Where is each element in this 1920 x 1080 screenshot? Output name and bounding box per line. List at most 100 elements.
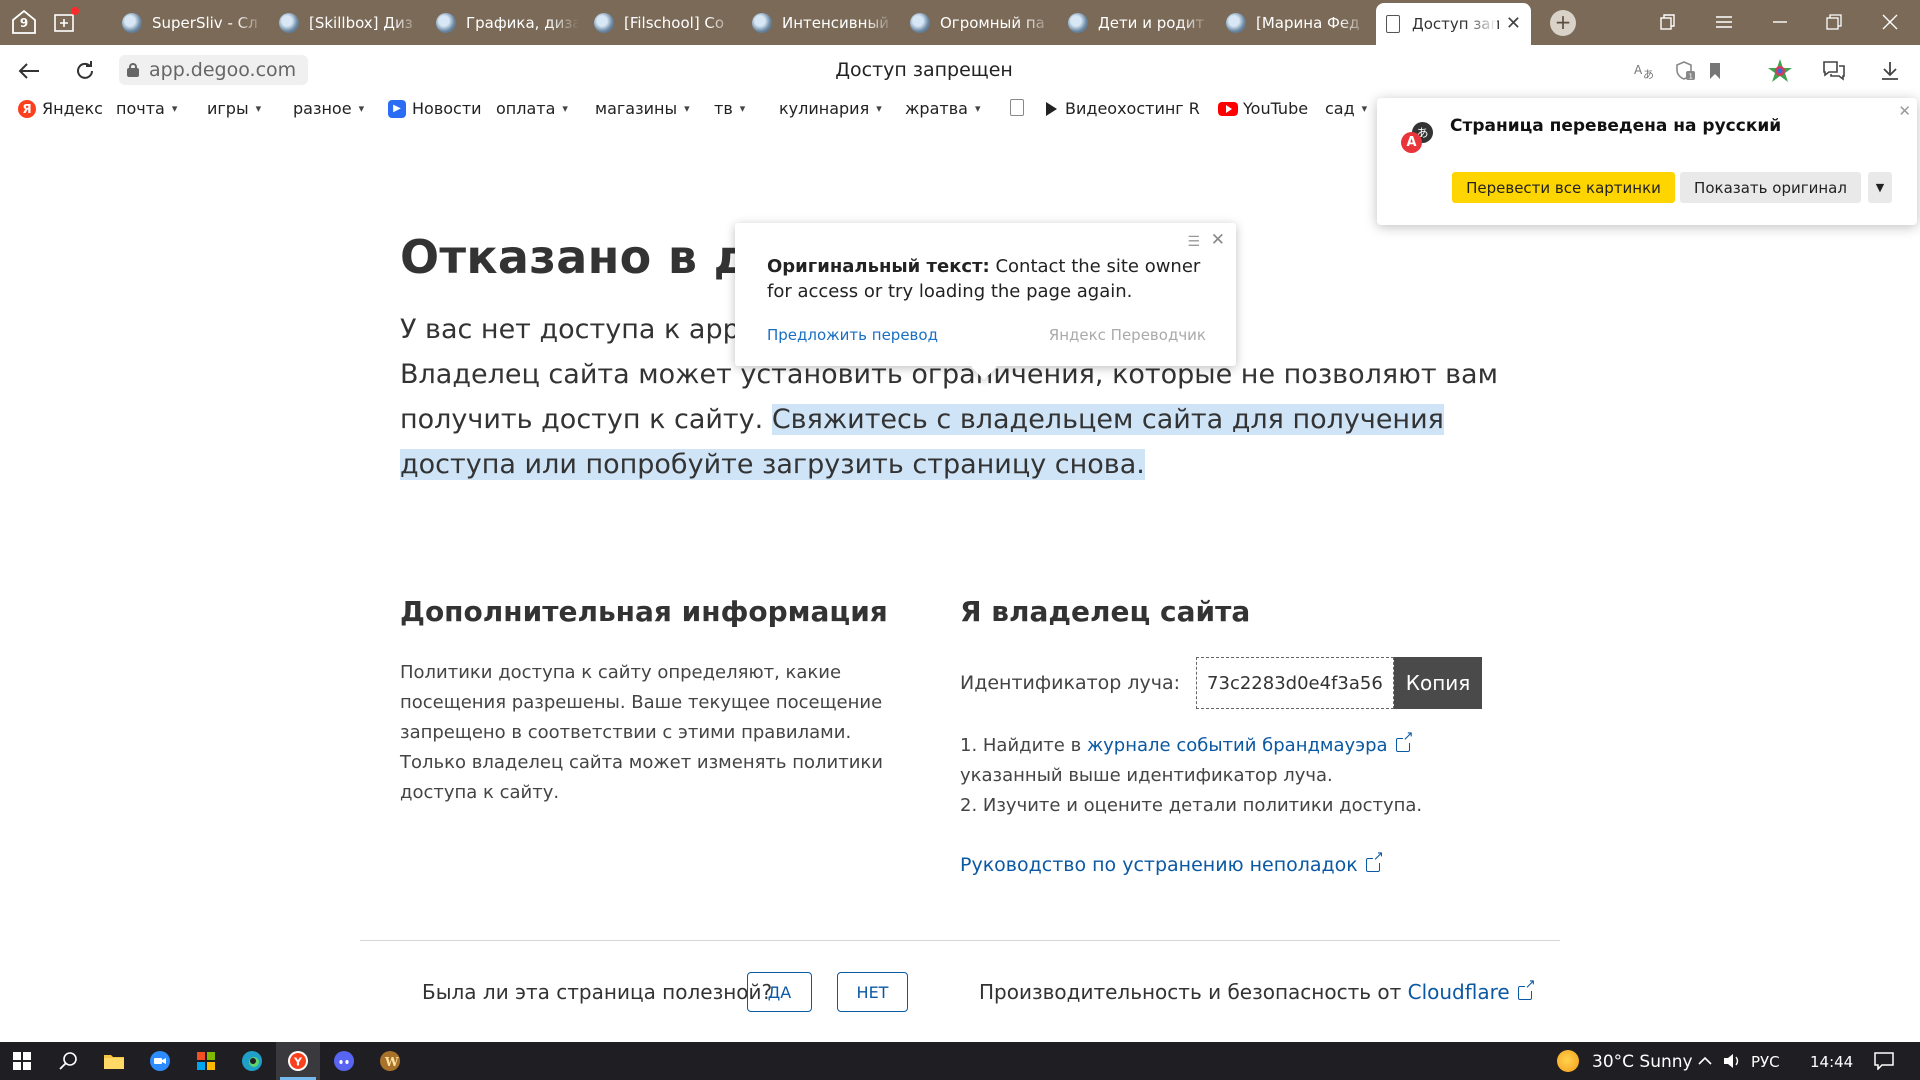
svg-text:1: 1 (1689, 73, 1693, 81)
weather-text[interactable]: 30°C Sunny (1592, 1052, 1693, 1072)
translate-options-chevron-icon[interactable]: ▼ (1868, 172, 1892, 203)
globe-icon (910, 12, 930, 33)
weather-sun-icon (1557, 1050, 1579, 1072)
bookmark-folder-magaziny[interactable]: магазины ▾ (595, 99, 690, 118)
bookmark-folder-raznoe[interactable]: разное ▾ (293, 99, 364, 118)
document-icon (1386, 15, 1400, 33)
new-tab-icon-button[interactable] (48, 5, 84, 39)
youtube-icon (1218, 101, 1238, 116)
file-explorer-icon[interactable] (92, 1042, 136, 1080)
translate-panel-title: Страница переведена на русский (1450, 116, 1782, 136)
hamburger-icon[interactable]: ☰ (1187, 234, 1200, 250)
bookmark-news[interactable]: ▶ Новости (388, 99, 482, 118)
tray-chevron-up-icon[interactable] (1690, 1042, 1720, 1080)
translate-images-button[interactable]: Перевести все картинки (1452, 172, 1675, 203)
original-text-popup: ☰ ✕ Оригинальный текст: Contact the site… (735, 223, 1236, 366)
divider (360, 940, 1560, 941)
search-icon[interactable] (46, 1042, 90, 1080)
feedback-yes-button[interactable]: ДА (747, 972, 812, 1012)
chevron-down-icon: ▾ (358, 102, 365, 115)
yandex-browser-icon[interactable]: Y (276, 1042, 320, 1080)
close-icon[interactable]: ✕ (1211, 230, 1225, 250)
tab-5[interactable]: Интенсивный (742, 5, 895, 40)
bookmark-folder-oplata[interactable]: оплата ▾ (496, 99, 568, 118)
svg-text:A: A (1634, 63, 1643, 77)
bookmark-folder-tv[interactable]: тв ▾ (714, 99, 745, 118)
minimize-icon[interactable] (1758, 8, 1802, 36)
yandex-icon: Я (18, 99, 36, 118)
error-heading: Отказано в до (400, 230, 783, 284)
svg-text:あ: あ (1643, 68, 1654, 80)
globe-icon (436, 12, 456, 33)
edge-icon[interactable] (230, 1042, 274, 1080)
copy-button[interactable]: Копия (1393, 657, 1483, 709)
translate-icon[interactable]: Aあ (1631, 57, 1659, 85)
chevron-down-icon: ▾ (876, 102, 882, 115)
bookmark-youtube[interactable]: YouTube (1218, 99, 1308, 118)
tab-active[interactable]: Доступ зап ✕ (1376, 3, 1531, 45)
collections-icon[interactable] (1646, 8, 1690, 36)
close-icon[interactable]: ✕ (1898, 102, 1911, 120)
download-icon[interactable] (1876, 57, 1904, 85)
bookmark-folder-kulinariya[interactable]: кулинария ▾ (779, 99, 882, 118)
ray-id-value[interactable]: 73c2283d0e4f3a56 (1196, 657, 1394, 709)
volume-icon[interactable] (1718, 1042, 1746, 1080)
tabs-overview-button[interactable]: 9 (6, 5, 42, 39)
chevron-down-icon: ▾ (171, 102, 178, 115)
chevron-down-icon: ▾ (1361, 102, 1368, 115)
svg-text:W: W (384, 1055, 399, 1069)
owner-steps: 1. Найдите в журнале событий брандмауэра… (960, 730, 1480, 821)
close-window-icon[interactable] (1868, 8, 1912, 36)
bookmark-folder-pochta[interactable]: почта ▾ (116, 99, 177, 118)
tab-6[interactable]: Огромный па (900, 5, 1053, 40)
menu-icon[interactable] (1702, 8, 1746, 36)
firewall-log-link[interactable]: журнале событий брандмауэра (1087, 730, 1414, 756)
show-original-button[interactable]: Показать оригинал (1680, 172, 1861, 203)
globe-icon (1226, 12, 1246, 33)
feedback-no-button[interactable]: НЕТ (837, 972, 908, 1012)
troubleshooting-link[interactable]: Руководство по устранению неполадок (960, 850, 1384, 880)
chevron-down-icon: ▾ (739, 102, 746, 115)
start-windows-icon[interactable] (0, 1042, 44, 1080)
notifications-icon[interactable] (1862, 1042, 1906, 1080)
tab-strip: 9 SuperSliv - Сл [Skillbox] Диз Графика,… (0, 0, 1920, 45)
adblock-shield-icon[interactable]: 1 (1671, 57, 1699, 85)
tab-4[interactable]: [Filschool] Со (584, 5, 737, 40)
bookmark-rutube[interactable]: Видеохостинг Rut (1046, 99, 1200, 118)
tab-3[interactable]: Графика, диза (426, 5, 579, 40)
yandex-translator-logo: Яндекс Переводчик (1048, 326, 1206, 344)
suggest-translation-link[interactable]: Предложить перевод (767, 326, 938, 344)
bookmark-yandex[interactable]: Я Яндекс (18, 99, 103, 118)
zoom-icon[interactable] (138, 1042, 182, 1080)
clock[interactable]: 14:44 (1810, 1053, 1853, 1071)
bookmark-icon[interactable] (1701, 57, 1729, 85)
address-bar: app.degoo.com Доступ запрещен Aあ 1 (0, 45, 1920, 95)
page-title: Доступ запрещен (835, 59, 1013, 81)
extension-star-icon[interactable] (1766, 57, 1794, 85)
external-link-icon (1517, 978, 1536, 1000)
tab-2[interactable]: [Skillbox] Диз (269, 5, 422, 40)
tab-8[interactable]: [Марина Фед (1216, 5, 1369, 40)
comments-icon[interactable] (1820, 57, 1848, 85)
language-indicator[interactable]: РУС (1751, 1053, 1780, 1071)
additional-info-heading: Дополнительная информация (400, 595, 888, 628)
bookmark-blank-page[interactable] (1010, 99, 1024, 116)
cloudflare-credit: Производительность и безопасность от Clo… (979, 978, 1536, 1004)
page-icon (1010, 99, 1024, 116)
add-tab-button[interactable]: + (1550, 10, 1576, 36)
globe-icon (279, 12, 299, 33)
tab-1[interactable]: SuperSliv - Сл (112, 5, 265, 40)
external-link-icon (1365, 850, 1384, 872)
bookmark-folder-zhratva[interactable]: жратва ▾ (905, 99, 980, 118)
bookmark-folder-sad[interactable]: сад ▾ (1325, 99, 1367, 118)
tab-close-icon[interactable]: ✕ (1506, 13, 1521, 34)
feedback-question: Была ли эта страница полезной? (422, 980, 773, 1004)
discord-icon[interactable] (322, 1042, 366, 1080)
restore-icon[interactable] (1812, 8, 1856, 36)
globe-icon (752, 12, 772, 33)
bookmark-folder-igry[interactable]: игры ▾ (207, 99, 261, 118)
tab-7[interactable]: Дети и родит (1058, 5, 1211, 40)
cloudflare-link[interactable]: Cloudflare (1408, 978, 1536, 1004)
game-launcher-icon[interactable]: W (368, 1042, 412, 1080)
store-icon[interactable] (184, 1042, 228, 1080)
